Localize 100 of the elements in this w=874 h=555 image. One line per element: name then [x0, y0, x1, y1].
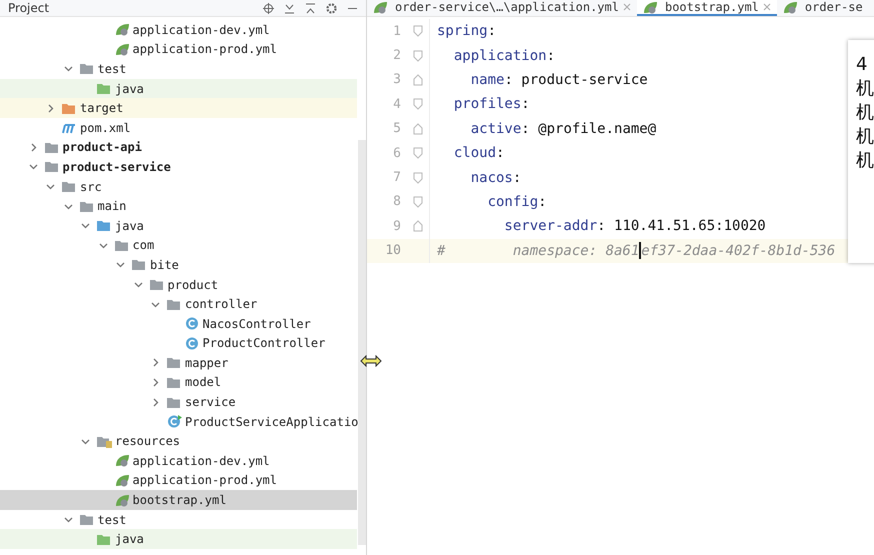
tree-row[interactable]: test [0, 59, 357, 79]
tree-row[interactable]: resources [0, 431, 357, 452]
yaml-key: application [437, 48, 547, 64]
tree-row[interactable]: java [0, 78, 357, 98]
editor-tab[interactable]: bootstrap.yml [636, 0, 777, 16]
tree-row[interactable]: application-dev.yml [0, 451, 357, 471]
tree-label: main [98, 199, 126, 214]
tree-label: NacosController [202, 316, 311, 331]
class-icon [184, 317, 200, 330]
locate-icon[interactable] [263, 2, 274, 14]
line-number: 5 [392, 121, 402, 136]
leaf-file-icon [114, 23, 130, 36]
folder-icon [44, 160, 60, 174]
package-icon [167, 298, 182, 311]
tree-row[interactable]: application-dev.yml [0, 20, 357, 40]
package-icon [114, 238, 130, 252]
close-icon[interactable] [762, 3, 771, 11]
folder-icon [62, 102, 77, 115]
fold-marker-icon[interactable] [413, 147, 423, 160]
resources-folder-icon [97, 434, 112, 448]
tree-row[interactable]: controller [0, 294, 357, 314]
tree-label: application-dev.yml [132, 22, 270, 37]
code-colon: : [538, 194, 547, 210]
tree-row[interactable]: src [0, 176, 357, 196]
fold-marker-icon[interactable] [413, 122, 423, 135]
code-colon: : [488, 23, 496, 40]
tree-row[interactable]: test [0, 510, 357, 530]
class-icon [167, 415, 182, 428]
fold-marker-icon[interactable] [413, 220, 423, 232]
code-colon: : [521, 120, 530, 137]
tree-row[interactable]: main [0, 196, 357, 216]
tree-row[interactable]: product-service [0, 157, 357, 177]
tree-label: pom.xml [80, 120, 131, 135]
tree-label: com [132, 238, 154, 252]
tree-label: java [115, 218, 144, 233]
tree-row[interactable]: ProductServiceApplicatio [0, 412, 357, 432]
tree-row[interactable]: service [0, 392, 357, 412]
code-comment: ef37-2daa-402f-8b1d-536 [641, 242, 836, 259]
leaf-file-icon [114, 494, 130, 507]
expand-icon[interactable] [284, 2, 295, 14]
resize-arrow-icon [360, 355, 382, 367]
package-icon [167, 356, 182, 370]
line-number: 8 [392, 194, 402, 210]
folder-icon [80, 200, 94, 213]
leaf-file-icon [373, 0, 388, 14]
tree-row[interactable]: target [0, 98, 357, 118]
tree-row[interactable]: model [0, 372, 357, 392]
tree-label: application-prod.yml [132, 42, 277, 56]
tree-row[interactable]: NacosController [0, 314, 357, 334]
leaf-file-icon [114, 42, 130, 56]
tree-row[interactable]: bite [0, 255, 357, 275]
package-icon [167, 396, 182, 409]
yaml-key: active [437, 120, 522, 137]
fold-marker-icon[interactable] [413, 50, 423, 62]
leaf-file-icon [114, 474, 130, 487]
maven-icon [62, 121, 77, 134]
line-number: 1 [392, 24, 402, 39]
yaml-key: cloud [437, 145, 496, 162]
popup-text: 机 [856, 128, 874, 146]
fold-marker-icon[interactable] [413, 196, 423, 208]
tree-row[interactable]: com [0, 236, 357, 256]
tree-label: bootstrap.yml [132, 493, 226, 508]
folder-icon [80, 62, 94, 76]
tree-row[interactable]: product [0, 274, 357, 294]
fold-marker-icon[interactable] [413, 25, 423, 38]
tree-label: application-prod.yml [132, 473, 277, 488]
class-icon [184, 336, 200, 350]
tree-row[interactable]: pom.xml [0, 118, 357, 138]
editor-tab[interactable]: order-service\…\application.yml [367, 0, 637, 16]
yaml-key: name [437, 72, 504, 88]
yaml-key: nacos [437, 170, 513, 186]
yaml-value: product-service [520, 72, 648, 88]
tree-label: product [168, 278, 218, 292]
tree-row[interactable]: application-prod.yml [0, 40, 357, 60]
tree-label: model [185, 375, 222, 390]
tree-label: java [115, 532, 144, 546]
tree-row[interactable]: java [0, 216, 357, 236]
settings-icon[interactable] [326, 2, 337, 14]
code-colon: : [546, 48, 556, 64]
tree-row[interactable]: product-api [0, 138, 357, 158]
tree-row[interactable]: application-prod.yml [0, 470, 357, 490]
line-number: 6 [392, 146, 402, 161]
leaf-file-icon [114, 454, 130, 468]
text-caret [639, 242, 642, 260]
fold-marker-icon[interactable] [413, 98, 423, 110]
scrollbar[interactable] [358, 140, 366, 545]
package-icon [167, 376, 182, 389]
tree-row[interactable]: java [0, 529, 357, 550]
folder-icon [97, 532, 112, 546]
folder-icon [80, 513, 94, 526]
collapse-icon[interactable] [305, 2, 316, 14]
panel-title[interactable]: Project [8, 1, 253, 15]
tree-label: java [115, 82, 144, 96]
tree-row[interactable]: mapper [0, 353, 357, 373]
tree-row[interactable]: bootstrap.yml [0, 490, 357, 510]
editor-tab[interactable]: order-se [776, 0, 869, 16]
tree-label: service [185, 395, 236, 410]
fold-marker-icon[interactable] [413, 172, 423, 184]
tree-row[interactable]: ProductController [0, 334, 357, 354]
fold-marker-icon[interactable] [413, 74, 423, 86]
